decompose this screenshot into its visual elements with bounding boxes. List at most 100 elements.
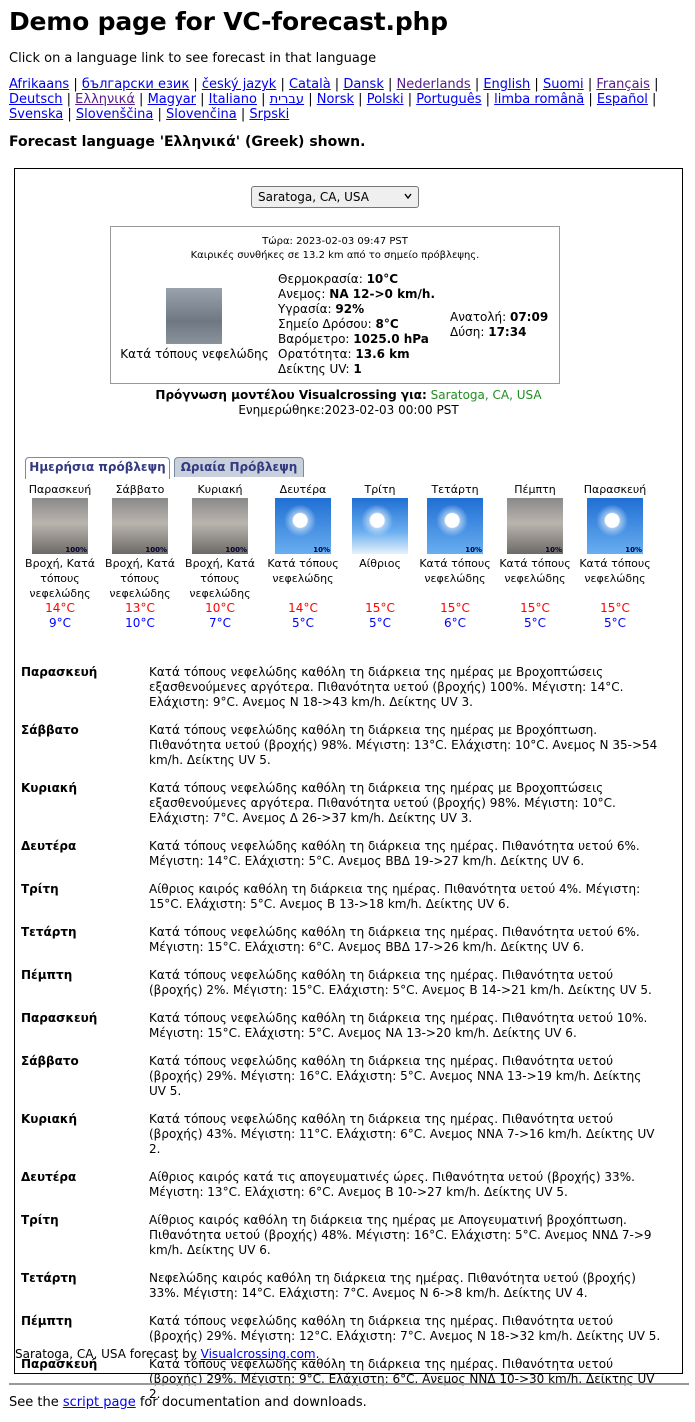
forecast-day: Παρασκευή 100% Βροχή, Κατά τόπους νεφελώδη… xyxy=(20,483,100,631)
rain-icon: 100% xyxy=(32,498,88,554)
detail-text: Κατά τόπους νεφελώδης καθόλη τη διάρκεια… xyxy=(149,1054,642,1098)
footer-text: See the script page for documentation an… xyxy=(9,1395,367,1410)
sun-icon xyxy=(352,498,408,554)
current-condition-text: Κατά τόπους νεφελώδης xyxy=(120,347,269,361)
current-time: Τώρα: 2023-02-03 09:47 PST xyxy=(262,236,408,247)
tab-daily-forecast[interactable]: Ημερήσια πρόβλεψη xyxy=(25,457,170,479)
location-select-value: Saratoga, CA, USA xyxy=(258,190,369,204)
visibility-value: 13.6 km xyxy=(355,347,410,361)
language-link[interactable]: Deutsch xyxy=(9,92,63,107)
forecast-language-heading: Forecast language 'Ελληνικά' (Greek) sho… xyxy=(9,134,366,150)
language-link[interactable]: Magyar xyxy=(148,92,196,107)
link-separator: | xyxy=(134,92,148,107)
detail-row: Παρασκευή Κατά τόπους νεφελώδης καθόλη τη… xyxy=(21,665,661,710)
link-separator: | xyxy=(354,92,367,107)
link-separator: | xyxy=(63,107,76,122)
detail-day: Πέμπτη xyxy=(21,968,73,982)
forecast-credit: Saratoga, CA, USA forecast by Visualcros… xyxy=(15,1347,319,1361)
detail-row: Τρίτη Αίθριος καιρός καθόλη τη διάρκεια τ… xyxy=(21,882,661,912)
forecast-day: Τετάρτη 10% Κατά τόπους νεφελώδης 15°C 6°C xyxy=(415,483,495,631)
language-link[interactable]: Svenska xyxy=(9,107,63,122)
language-link[interactable]: Italiano xyxy=(209,92,257,107)
language-link[interactable]: Dansk xyxy=(343,77,384,92)
language-link[interactable]: český jazyk xyxy=(202,77,276,92)
language-link[interactable]: limba română xyxy=(494,92,584,107)
detail-text: Κατά τόπους νεφελώδης καθόλη τη διάρκεια… xyxy=(149,723,658,767)
current-conditions: Τώρα: 2023-02-03 09:47 PST Καιρικές συνθ… xyxy=(110,226,560,384)
day-low: 5°C xyxy=(523,616,546,630)
language-link[interactable]: Português xyxy=(416,92,481,107)
detail-day: Δευτέρα xyxy=(21,839,77,853)
language-link[interactable]: Ελληνικά xyxy=(75,92,135,107)
model-location: Saratoga, CA, USA xyxy=(430,388,542,402)
day-condition: Βροχή, Κατά τόπους νεφελώδης xyxy=(185,557,255,600)
link-separator: | xyxy=(403,92,417,107)
forecast-day: Παρασκευή 10% Κατά τόπους νεφελώδης 15°C 5°C xyxy=(575,483,655,631)
page-title: Demo page for VC-forecast.php xyxy=(9,7,448,36)
language-link[interactable]: Español xyxy=(597,92,648,107)
link-separator: | xyxy=(649,77,659,92)
precip-percent: 100% xyxy=(145,546,167,554)
detail-text: Κατά τόπους νεφελώδης καθόλη τη διάρκεια… xyxy=(149,839,640,868)
language-link[interactable]: Català xyxy=(289,77,331,92)
detail-row: Κυριακή Κατά τόπους νεφελώδης καθόλη τη δ… xyxy=(21,1112,661,1157)
day-high: 13°C xyxy=(125,601,155,615)
day-low: 5°C xyxy=(291,616,314,630)
day-condition: Κατά τόπους νεφελώδης xyxy=(579,557,651,585)
language-link[interactable]: Norsk xyxy=(317,92,354,107)
day-low: 9°C xyxy=(48,616,71,630)
language-link[interactable]: עברית xyxy=(270,92,304,107)
day-name: Τρίτη xyxy=(364,483,396,496)
language-link[interactable]: Afrikaans xyxy=(9,77,69,92)
language-link[interactable]: Slovenščina xyxy=(76,107,154,122)
language-link[interactable]: Polski xyxy=(367,92,404,107)
script-page-link[interactable]: script page xyxy=(63,1395,136,1410)
language-link[interactable]: български език xyxy=(82,77,189,92)
link-separator: | xyxy=(153,107,167,122)
language-link[interactable]: Nederlands xyxy=(397,77,471,92)
detail-text: Νεφελώδης καιρός καθόλη τη διάρκεια της … xyxy=(149,1271,636,1300)
link-separator: | xyxy=(189,77,202,92)
dewpoint-value: 8°C xyxy=(375,317,399,331)
tab-hourly-forecast[interactable]: Ωριαία Πρόβλεψη xyxy=(174,457,304,477)
link-separator: | xyxy=(69,77,82,92)
detail-day: Τετάρτη xyxy=(21,1271,77,1285)
detail-day: Σάββατο xyxy=(21,1054,79,1068)
link-separator: | xyxy=(481,92,495,107)
detail-text: Αίθριος καιρός καθόλη τη διάρκεια της ημ… xyxy=(149,1213,652,1257)
language-link[interactable]: Suomi xyxy=(543,77,584,92)
detail-day: Παρασκευή xyxy=(21,665,98,679)
language-link[interactable]: Français xyxy=(596,77,650,92)
footer-suffix: for documentation and downloads. xyxy=(135,1395,367,1410)
location-select[interactable]: Saratoga, CA, USA xyxy=(251,186,419,208)
detail-text: Κατά τόπους νεφελώδης καθόλη τη διάρκεια… xyxy=(149,781,616,825)
language-link[interactable]: English xyxy=(483,77,530,92)
day-name: Τετάρτη xyxy=(431,483,479,496)
day-name: Πέμπτη xyxy=(514,483,556,496)
forecast-day: Κυριακή 100% Βροχή, Κατά τόπους νεφελώδης 1… xyxy=(180,483,260,631)
temp-label: Θερμοκρασία: xyxy=(278,272,363,286)
model-info: Πρόγνωση μοντέλου Visualcrossing για: Sa… xyxy=(15,388,682,418)
forecast-box: Saratoga, CA, USA Τώρα: 2023-02-03 09:47… xyxy=(14,168,683,1401)
day-condition: Κατά τόπους νεφελώδης xyxy=(499,557,571,585)
rain-icon: 100% xyxy=(112,498,168,554)
link-separator: | xyxy=(530,77,543,92)
sunset-value: 17:34 xyxy=(488,325,527,339)
precip-percent: 100% xyxy=(225,546,247,554)
conditions-distance: Καιρικές συνθήκες σε 13.2 km από το σημε… xyxy=(190,250,480,261)
detail-day: Κυριακή xyxy=(21,1112,77,1126)
credit-prefix: Saratoga, CA, USA forecast by xyxy=(15,1347,201,1361)
detail-text: Αίθριος καιρός καθόλη τη διάρκεια της ημ… xyxy=(149,882,641,911)
precip-percent: 10% xyxy=(545,546,562,554)
forecast-day: Σάββατο 100% Βροχή, Κατά τόπους νεφελώδης 1… xyxy=(100,483,180,631)
language-link[interactable]: Srpski xyxy=(249,107,289,122)
forecast-day: Πέμπτη 10% Κατά τόπους νεφελώδης 15°C 5°C xyxy=(495,483,575,631)
sunrise-value: 07:09 xyxy=(509,310,549,324)
visualcrossing-link[interactable]: Visualcrossing.com xyxy=(201,1347,316,1361)
language-link[interactable]: Slovenčina xyxy=(166,107,237,122)
day-name: Κυριακή xyxy=(197,483,243,496)
day-high: 15°C xyxy=(520,601,550,615)
credit-suffix: . xyxy=(315,1347,320,1361)
day-high: 14°C xyxy=(45,601,75,615)
forecast-day: Τρίτη Αίθριος 15°C 5°C xyxy=(340,483,420,631)
